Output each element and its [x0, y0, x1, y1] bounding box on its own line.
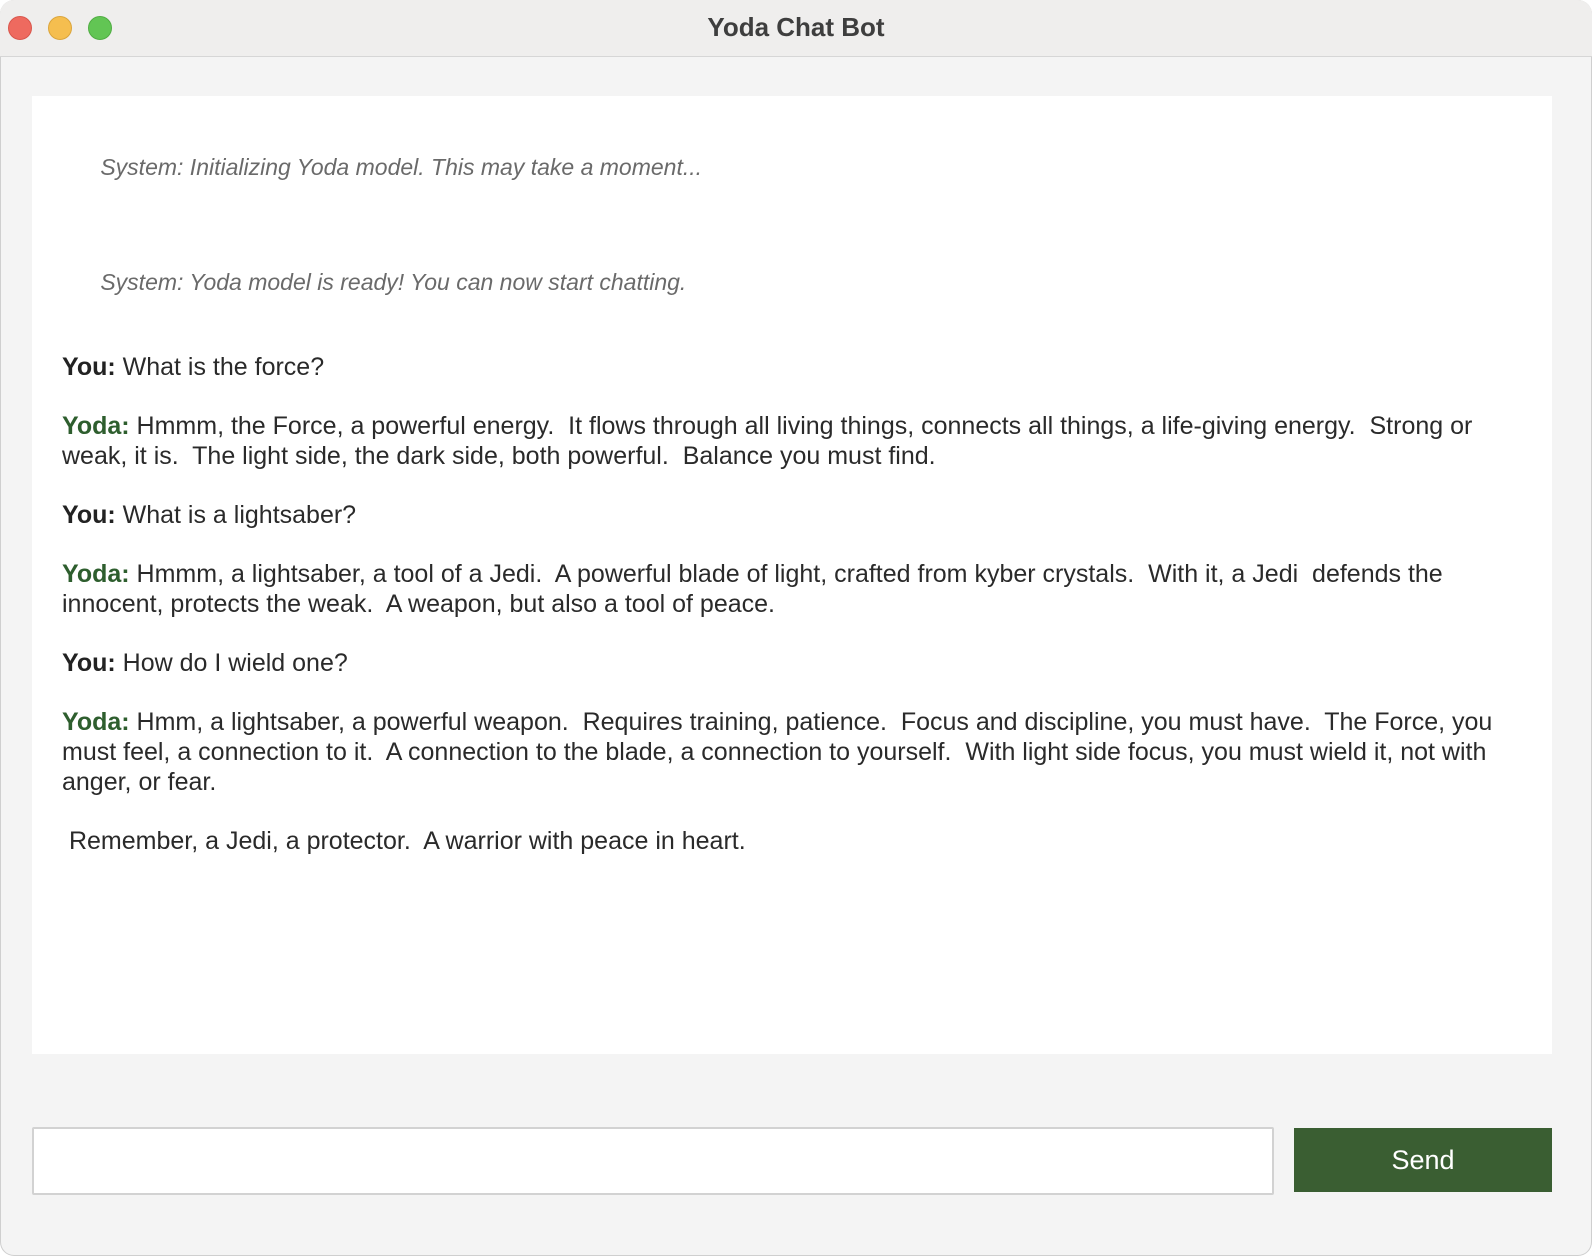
speaker-label-yoda: Yoda: [62, 560, 130, 588]
system-message: System: Initializing Yoda model. This ma… [62, 122, 1522, 212]
message-input[interactable] [32, 1127, 1274, 1195]
title-bar: Yoda Chat Bot [0, 0, 1592, 57]
message-text: Remember, a Jedi, a protector. A warrior… [62, 827, 746, 855]
app-window: Yoda Chat Bot System: Initializing Yoda … [0, 0, 1592, 1256]
user-message: You: What is a lightsaber? [62, 500, 1522, 530]
yoda-message: Yoda: Hmmm, the Force, a powerful energy… [62, 411, 1522, 471]
message-text: System: Yoda model is ready! You can now… [100, 269, 687, 295]
message-text: Hmm, a lightsaber, a powerful weapon. Re… [62, 708, 1500, 796]
message-text: What is the force? [115, 353, 325, 381]
speaker-label-you: You: [62, 649, 116, 677]
message-text: What is a lightsaber? [115, 501, 357, 529]
message-text: Hmmm, a lightsaber, a tool of a Jedi. A … [62, 560, 1450, 618]
yoda-message: Yoda: Hmm, a lightsaber, a powerful weap… [62, 707, 1522, 797]
message-text: System: Initializing Yoda model. This ma… [100, 154, 703, 180]
speaker-label-you: You: [62, 501, 116, 529]
speaker-label-you: You: [62, 353, 116, 381]
message-text: How do I wield one? [115, 649, 348, 677]
send-button[interactable]: Send [1294, 1128, 1552, 1192]
user-message: You: What is the force? [62, 352, 1522, 382]
chat-transcript[interactable]: System: Initializing Yoda model. This ma… [32, 96, 1552, 1054]
message-text: Hmmm, the Force, a powerful energy. It f… [62, 412, 1480, 470]
window-title: Yoda Chat Bot [707, 12, 885, 42]
user-message: You: How do I wield one? [62, 648, 1522, 678]
yoda-message-continued: Remember, a Jedi, a protector. A warrior… [62, 826, 1522, 856]
yoda-message: Yoda: Hmmm, a lightsaber, a tool of a Je… [62, 559, 1522, 619]
speaker-label-yoda: Yoda: [62, 412, 130, 440]
speaker-label-yoda: Yoda: [62, 708, 130, 736]
system-message: System: Yoda model is ready! You can now… [62, 237, 1522, 327]
